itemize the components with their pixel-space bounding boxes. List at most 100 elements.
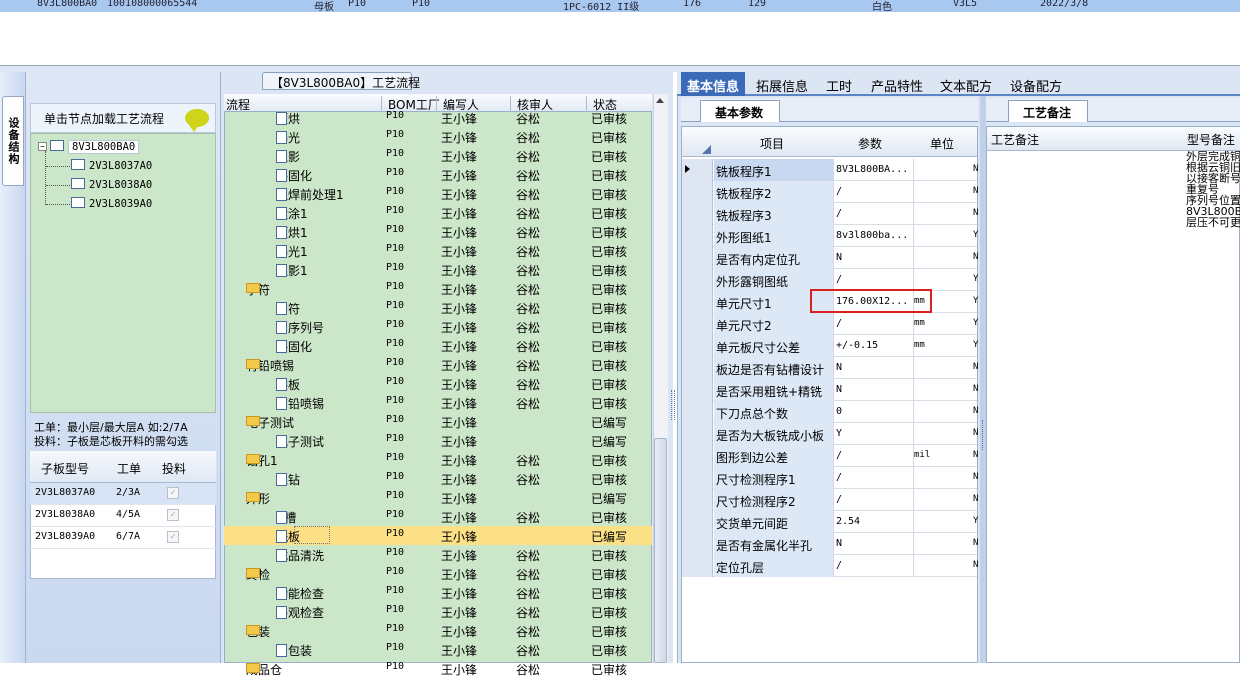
table-row[interactable]: −成品仓P10王小锋谷松已审核 (224, 659, 652, 678)
param-row[interactable]: 铣板程序3/ N (682, 203, 978, 225)
param-value[interactable]: 0 (833, 401, 913, 423)
process-flow-scroll-thumb[interactable] (654, 438, 667, 663)
param-row[interactable]: 是否采用粗铣+精铣 N N (682, 379, 978, 401)
feed-checkbox[interactable]: ✓ (167, 531, 179, 543)
param-value[interactable]: / (833, 203, 913, 225)
table-row[interactable]: 阻焊前处理1 P10 王小锋 谷松 已审核 (224, 184, 652, 203)
row-header[interactable] (682, 533, 713, 555)
tab-extended-info[interactable]: 拓展信息 (756, 76, 808, 95)
param-value[interactable]: / (833, 467, 913, 489)
table-row[interactable]: −钻孔1 P10 王小锋 谷松 已审核 (224, 450, 652, 469)
row-header[interactable] (682, 445, 713, 467)
row-header[interactable] (682, 313, 713, 335)
col-work-order[interactable]: 工单 (117, 460, 141, 477)
table-row[interactable]: 铣板 P10 王小锋 已编写 (224, 526, 652, 545)
table-row[interactable]: −包装 P10 王小锋 谷松 已审核 (224, 621, 652, 640)
load-flow-hint[interactable]: 单击节点加载工艺流程 (30, 103, 216, 133)
table-row[interactable]: V槽 P10 王小锋 谷松 已审核 (224, 507, 652, 526)
table-row[interactable]: 电子测试 P10 王小锋 已编写 (224, 431, 652, 450)
table-row[interactable]: 2V3L8038A0 4/5A ✓ (30, 505, 216, 527)
param-row[interactable]: 尺寸检测程序1/ N (682, 467, 978, 489)
side-tab-device-structure[interactable]: 设备结构 (2, 96, 24, 186)
row-header[interactable] (682, 467, 713, 489)
table-row[interactable]: 曝光1 P10 王小锋 谷松 已审核 (224, 241, 652, 260)
tab-text-recipe[interactable]: 文本配方 (940, 76, 992, 95)
table-row[interactable]: 二钻 P10 王小锋 谷松 已审核 (224, 469, 652, 488)
row-header[interactable] (682, 181, 713, 203)
param-value[interactable]: N (833, 247, 913, 269)
row-header[interactable] (682, 225, 713, 247)
table-row[interactable]: 预烘 P10 王小锋 谷松 已审核 (224, 108, 652, 127)
param-row[interactable]: 铣板程序1 8V3L800BA... N (682, 159, 978, 181)
param-value[interactable]: Y (833, 423, 913, 445)
table-row[interactable]: 喷涂1 P10 王小锋 谷松 已审核 (224, 203, 652, 222)
splitter-grip[interactable] (671, 390, 675, 420)
tab-basic-info[interactable]: 基本信息 (681, 72, 746, 96)
table-row[interactable]: 烘板 P10 王小锋 谷松 已审核 (224, 374, 652, 393)
tree-node-child[interactable]: 2V3L8039A0 (71, 197, 152, 210)
col-unit[interactable]: 单位 (930, 135, 954, 152)
param-row[interactable]: 尺寸检测程序2/ N (682, 489, 978, 511)
param-value[interactable]: N (833, 357, 913, 379)
param-value[interactable]: +/-0.15 (833, 335, 913, 357)
row-header[interactable] (682, 511, 713, 533)
table-row[interactable]: 显影 P10 王小锋 谷松 已审核 (224, 146, 652, 165)
param-row[interactable]: 是否为大板铣成小板 Y N (682, 423, 978, 445)
param-value[interactable]: N (833, 379, 913, 401)
table-row[interactable]: 有铅喷锡 P10 王小锋 谷松 已审核 (224, 393, 652, 412)
param-row[interactable]: 是否有金属化半孔 N N (682, 533, 978, 555)
param-row[interactable]: 铣板程序2/ N (682, 181, 978, 203)
row-header[interactable] (682, 357, 713, 379)
param-value[interactable]: 2.54 (833, 511, 913, 533)
feed-checkbox[interactable]: ✓ (167, 487, 179, 499)
tree-node-child[interactable]: 2V3L8038A0 (71, 178, 152, 191)
param-value[interactable]: / (833, 181, 913, 203)
param-value[interactable]: 8v3l800ba... (833, 225, 913, 247)
table-row[interactable]: −电子测试 P10 王小锋 已编写 (224, 412, 652, 431)
tab-basic-params[interactable]: 基本参数 (700, 100, 780, 122)
param-row[interactable]: 是否有内定位孔 N N (682, 247, 978, 269)
row-header[interactable] (682, 423, 713, 445)
tab-work-hours[interactable]: 工时 (826, 76, 852, 95)
table-row[interactable]: 终固化 P10 王小锋 谷松 已审核 (224, 165, 652, 184)
col-model-note[interactable]: 型号备注 (1187, 131, 1235, 148)
table-row[interactable]: 内包装 P10 王小锋 谷松 已审核 (224, 640, 652, 659)
param-row[interactable]: 交货单元间距 2.54 Y (682, 511, 978, 533)
param-value[interactable]: N (833, 533, 913, 555)
param-value[interactable]: / (833, 313, 913, 335)
param-value[interactable]: / (833, 555, 913, 577)
table-row[interactable]: 外观检查 P10 王小锋 谷松 已审核 (224, 602, 652, 621)
col-feed[interactable]: 投料 (162, 460, 186, 477)
scroll-up-icon[interactable] (656, 98, 664, 103)
table-row[interactable]: 终固化 P10 王小锋 谷松 已审核 (224, 336, 652, 355)
row-header[interactable] (682, 247, 713, 269)
row-header[interactable] (682, 379, 713, 401)
table-row[interactable]: 显影1 P10 王小锋 谷松 已审核 (224, 260, 652, 279)
row-header[interactable] (682, 335, 713, 357)
param-row[interactable]: 板边是否有钻槽设计 N N (682, 357, 978, 379)
param-row[interactable]: 外形露铜图纸 / Y (682, 269, 978, 291)
top-record-row[interactable]: 8V3L800BA0 100108000065544 母板 P10 P10 1P… (0, 0, 1240, 12)
tab-product-features[interactable]: 产品特性 (871, 76, 923, 95)
param-value[interactable]: / (833, 489, 913, 511)
collapse-icon[interactable]: − (38, 142, 47, 151)
row-header[interactable] (682, 401, 713, 423)
param-row[interactable]: 单元尺寸2/mm Y (682, 313, 978, 335)
param-value[interactable]: / (833, 445, 913, 467)
tab-process-notes[interactable]: 工艺备注 (1008, 100, 1088, 122)
table-row[interactable]: 印序列号 P10 王小锋 谷松 已审核 (224, 317, 652, 336)
table-row[interactable]: −终检 P10 王小锋 谷松 已审核 (224, 564, 652, 583)
param-value[interactable]: / (833, 269, 913, 291)
param-value[interactable]: 8V3L800BA... (833, 159, 913, 181)
table-row[interactable]: 曝光 P10 王小锋 谷松 已审核 (224, 127, 652, 146)
feed-checkbox[interactable]: ✓ (167, 509, 179, 521)
row-header[interactable] (682, 203, 713, 225)
param-row[interactable]: 图形到边公差 / mil N (682, 445, 978, 467)
row-header[interactable] (682, 159, 713, 181)
table-row[interactable]: 成品清洗 P10 王小锋 谷松 已审核 (224, 545, 652, 564)
tree-node-root[interactable]: − 8V3L800BA0 (38, 140, 140, 154)
param-row[interactable]: 单元板尺寸公差 +/-0.15 mm Y (682, 335, 978, 357)
tree-node-child[interactable]: 2V3L8037A0 (71, 159, 152, 172)
row-header[interactable] (682, 269, 713, 291)
col-item[interactable]: 项目 (760, 135, 784, 152)
